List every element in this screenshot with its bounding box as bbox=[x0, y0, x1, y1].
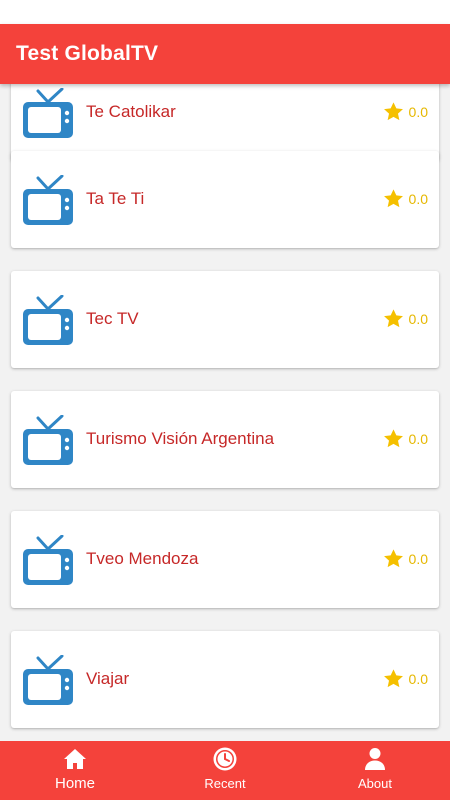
star-icon bbox=[383, 309, 403, 328]
channel-name: Viajar bbox=[86, 669, 130, 688]
channel-card[interactable]: Ta Te Ti 0.0 bbox=[11, 151, 439, 248]
tv-icon bbox=[23, 415, 73, 465]
tv-icon bbox=[23, 655, 73, 705]
tv-icon bbox=[23, 295, 73, 345]
channel-name: Tec TV bbox=[86, 309, 139, 328]
rating-value: 0.0 bbox=[408, 551, 428, 567]
channel-card[interactable]: Viajar 0.0 bbox=[11, 631, 439, 728]
home-icon bbox=[64, 749, 86, 769]
rating-value: 0.0 bbox=[408, 311, 428, 327]
nav-home[interactable]: Home bbox=[0, 741, 150, 800]
bottom-navigation: Home Recent About bbox=[0, 741, 450, 800]
rating: 0.0 bbox=[382, 427, 428, 451]
rating-value: 0.0 bbox=[408, 671, 428, 687]
tv-icon bbox=[23, 88, 73, 138]
star-icon bbox=[383, 102, 403, 121]
rating-value: 0.0 bbox=[408, 431, 428, 447]
channel-name: Turismo Visión Argentina bbox=[86, 429, 275, 448]
channel-name: Te Catolikar bbox=[86, 102, 176, 121]
channel-card[interactable]: Turismo Visión Argentina 0.0 bbox=[11, 391, 439, 488]
star-icon bbox=[383, 549, 403, 568]
star-icon bbox=[383, 429, 403, 448]
rating: 0.0 bbox=[382, 547, 428, 571]
nav-recent[interactable]: Recent bbox=[150, 741, 300, 800]
channel-card[interactable]: Tec TV 0.0 bbox=[11, 271, 439, 368]
rating-value: 0.0 bbox=[408, 104, 428, 120]
channel-card[interactable]: Tveo Mendoza 0.0 bbox=[11, 511, 439, 608]
tv-icon bbox=[23, 535, 73, 585]
nav-about-label: About bbox=[358, 776, 392, 791]
clock-icon bbox=[213, 747, 237, 771]
app-bar: Test GlobalTV bbox=[0, 24, 450, 84]
app-title: Test GlobalTV bbox=[16, 42, 159, 65]
channel-name: Tveo Mendoza bbox=[86, 549, 199, 568]
nav-recent-label: Recent bbox=[204, 776, 246, 791]
nav-home-label: Home bbox=[54, 775, 95, 792]
star-icon bbox=[383, 189, 403, 208]
channel-list[interactable]: Te Catolikar 0.0 Ta Te Ti 0.0 Tec TV 0.0… bbox=[0, 84, 450, 741]
nav-about[interactable]: About bbox=[300, 741, 450, 800]
rating: 0.0 bbox=[382, 187, 428, 211]
rating-value: 0.0 bbox=[408, 191, 428, 207]
rating: 0.0 bbox=[382, 307, 428, 331]
person-icon bbox=[365, 748, 385, 770]
status-bar bbox=[0, 0, 450, 24]
channel-card[interactable]: Te Catolikar 0.0 bbox=[11, 84, 439, 161]
rating: 0.0 bbox=[382, 667, 428, 691]
tv-icon bbox=[23, 175, 73, 225]
star-icon bbox=[383, 669, 403, 688]
rating: 0.0 bbox=[382, 100, 428, 124]
channel-name: Ta Te Ti bbox=[86, 189, 145, 208]
